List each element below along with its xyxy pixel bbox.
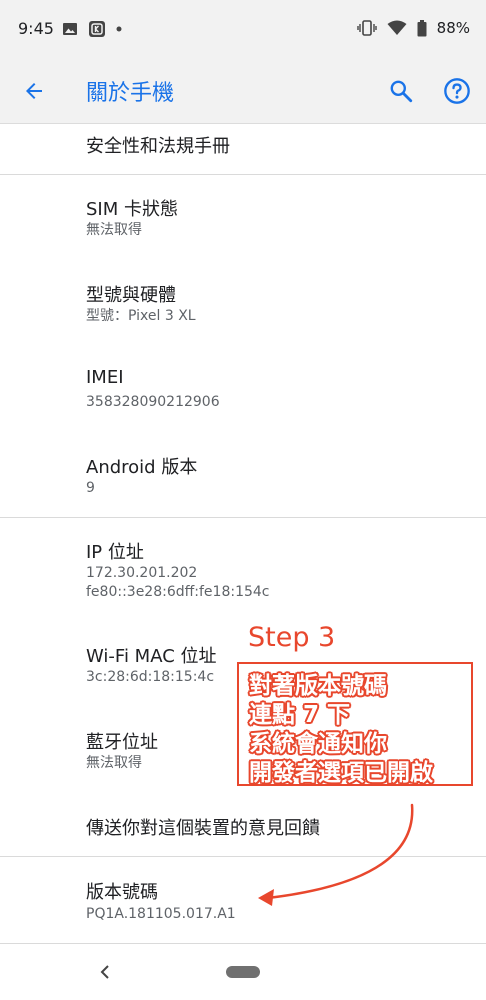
help-icon — [444, 78, 470, 104]
list-item-title: 藍牙位址 — [86, 732, 158, 753]
annotation-line: 開發者選項已開啟 — [249, 760, 433, 786]
list-item-title: IMEI — [86, 367, 124, 388]
annotation-box: 對著版本號碼 連點 7 下 系統會通知你 開發者選項已開啟 — [237, 662, 473, 786]
annotation-step-label: Step 3 — [248, 622, 336, 653]
list-item-ip-address[interactable]: IP 位址 172.30.201.202 fe80::3e28:6dff:fe1… — [0, 518, 486, 620]
arrow-back-icon — [26, 83, 42, 99]
more-notifications-dot-icon — [116, 26, 122, 32]
image-notification-icon — [63, 23, 77, 35]
list-item-title: Android 版本 — [86, 457, 198, 478]
page-title: 關於手機 — [86, 81, 175, 106]
list-item-safety-manual[interactable]: 安全性和法規手冊 — [0, 124, 486, 174]
list-item-model-hardware[interactable]: 型號與硬體 型號：Pixel 3 XL — [0, 261, 486, 347]
list-item-build-number[interactable]: 版本號碼 PQ1A.181105.017.A1 — [0, 857, 486, 943]
battery-percent: 88% — [436, 19, 470, 37]
list-item-subtitle: 3c:28:6d:18:15:4c — [86, 669, 215, 685]
search-icon — [390, 80, 413, 103]
list-item-subtitle: 9 — [86, 480, 95, 496]
list-item-sim-status[interactable]: SIM 卡狀態 無法取得 — [0, 175, 486, 261]
status-right-icons: 88% — [356, 19, 470, 37]
list-item-title: 安全性和法規手冊 — [86, 136, 230, 157]
list-item-title: IP 位址 — [86, 542, 144, 563]
back-button[interactable] — [18, 75, 50, 107]
app-k-notification-icon — [89, 21, 105, 37]
list-item-subtitle: 型號：Pixel 3 XL — [86, 308, 196, 324]
notification-icons — [62, 20, 122, 38]
battery-icon — [417, 19, 427, 36]
app-bar: 關於手機 — [0, 58, 486, 124]
search-button[interactable] — [385, 75, 417, 107]
vibrate-icon — [356, 20, 377, 36]
list-item-title: Wi-Fi MAC 位址 — [86, 646, 217, 667]
list-item-subtitle: 無法取得 — [86, 222, 142, 238]
list-item-subtitle: 358328090212906 — [86, 394, 220, 410]
status-bar: 9:45 88% — [0, 0, 486, 58]
list-item-send-feedback[interactable]: 傳送你對這個裝置的意見回饋 — [0, 792, 486, 856]
list-item-android-version[interactable]: Android 版本 9 — [0, 433, 486, 517]
list-item-subtitle-2: fe80::3e28:6dff:fe18:154c — [86, 584, 270, 600]
nav-back-icon[interactable] — [98, 964, 114, 980]
list-item-title: 版本號碼 — [86, 882, 158, 903]
wifi-icon — [387, 20, 407, 35]
list-item-subtitle: 172.30.201.202 — [86, 565, 198, 581]
system-nav-bar — [0, 944, 486, 1000]
list-item-title: 型號與硬體 — [86, 285, 176, 306]
list-item-subtitle: 無法取得 — [86, 755, 142, 771]
nav-home-pill[interactable] — [226, 966, 260, 978]
list-item-imei[interactable]: IMEI 358328090212906 — [0, 347, 486, 433]
list-item-title: SIM 卡狀態 — [86, 199, 178, 220]
list-item-subtitle: PQ1A.181105.017.A1 — [86, 906, 236, 922]
status-time: 9:45 — [18, 19, 54, 38]
help-button[interactable] — [441, 75, 473, 107]
list-item-title: 傳送你對這個裝置的意見回饋 — [86, 818, 320, 839]
